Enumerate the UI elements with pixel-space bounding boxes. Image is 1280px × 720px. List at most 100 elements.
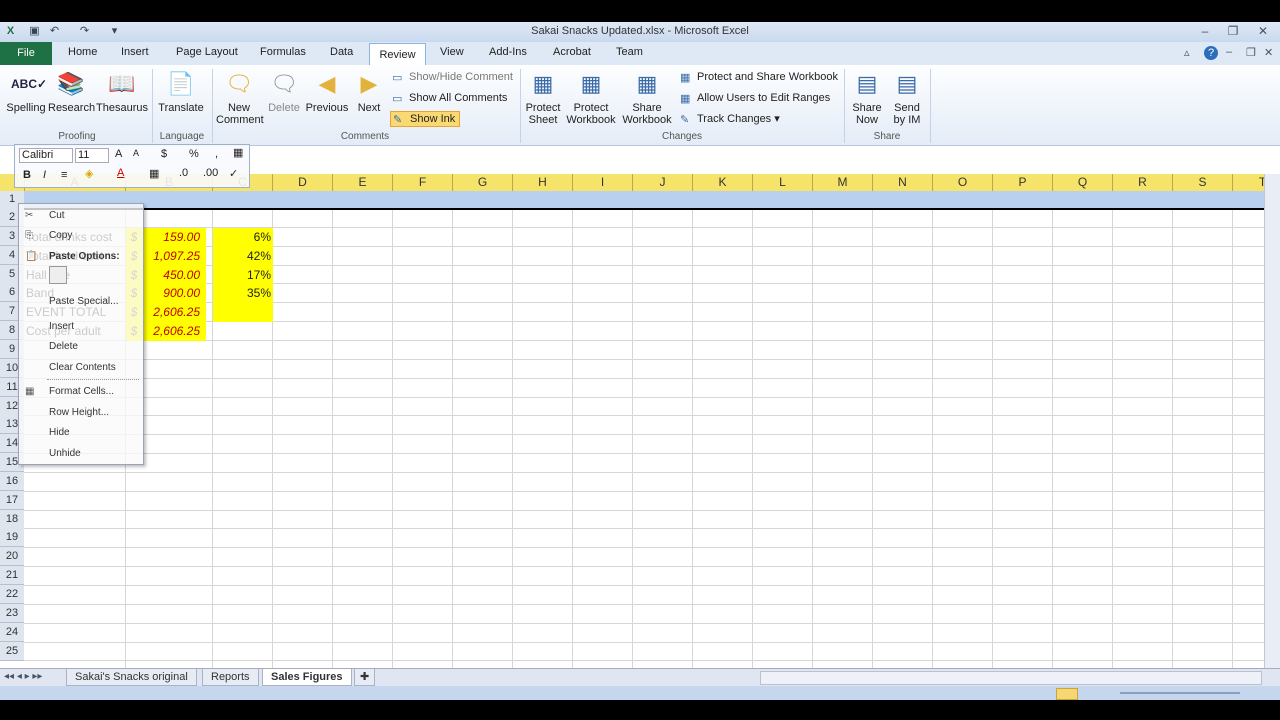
row-header-19[interactable]: 19 [0,528,24,548]
clear-icon[interactable]: ✓ [229,167,238,180]
column-header-r[interactable]: R [1113,174,1173,191]
tab-page-layout[interactable]: Page Layout [176,46,238,58]
new-comment-button[interactable]: 🗨 New Comment [216,69,264,126]
font-color-icon[interactable]: A [117,167,124,179]
horizontal-scrollbar[interactable] [760,671,1262,685]
protect-sheet-button[interactable]: ▦ Protect Sheet [522,69,564,126]
tab-review[interactable]: Review [369,43,426,66]
column-header-m[interactable]: M [813,174,873,191]
share-workbook-button[interactable]: ▦ Share Workbook [620,69,674,126]
window-restore-icon[interactable]: ❐ [1246,46,1256,59]
fill-color-icon[interactable]: ◈ [85,167,93,180]
window-minimize-icon[interactable]: – [1226,46,1232,58]
vertical-scrollbar[interactable] [1264,174,1280,668]
bold-icon[interactable]: B [23,169,31,181]
menu-item-insert[interactable]: Insert [49,321,74,332]
tab-team[interactable]: Team [616,46,643,58]
menu-item-row-height[interactable]: Row Height... [49,407,109,418]
previous-comment-button[interactable]: ◀ Previous [304,69,350,114]
font-name-box[interactable]: Calibri [19,148,73,163]
zoom-slider[interactable] [1120,692,1240,694]
italic-icon[interactable]: I [43,169,46,181]
row-header-18[interactable]: 18 [0,509,24,529]
row-header-21[interactable]: 21 [0,566,24,586]
font-size-box[interactable]: 11 [75,148,109,163]
row-header-25[interactable]: 25 [0,641,24,661]
close-icon[interactable]: ✕ [1254,24,1272,38]
tab-home[interactable]: Home [68,46,97,58]
sheet-tab-sakais-original[interactable]: Sakai's Snacks original [66,669,197,686]
column-header-t[interactable]: T [1233,174,1264,191]
sheet-tab-reports[interactable]: Reports [202,669,259,686]
cell-percent[interactable]: 42% [213,246,273,266]
column-header-d[interactable]: D [273,174,333,191]
next-comment-button[interactable]: ▶ Next [352,69,386,114]
show-all-comments-button[interactable]: ▭ Show All Comments [392,92,507,105]
tab-add-ins[interactable]: Add-Ins [489,46,527,58]
tab-insert[interactable]: Insert [121,46,149,58]
align-center-icon[interactable]: ≡ [61,169,67,181]
column-header-i[interactable]: I [573,174,633,191]
tab-formulas[interactable]: Formulas [260,46,306,58]
cell-empty-yellow[interactable] [213,303,273,323]
menu-item-copy[interactable]: Copy [49,230,72,241]
increase-decimal-icon[interactable]: .00 [203,167,218,179]
column-header-l[interactable]: L [753,174,813,191]
borders-icon[interactable]: ▦ [149,167,159,180]
cell-percent[interactable]: 6% [213,227,273,247]
show-ink-button[interactable]: ✎ Show Ink [390,111,461,127]
minimize-icon[interactable]: – [1196,24,1214,38]
menu-item-delete[interactable]: Delete [49,341,78,352]
row-header-23[interactable]: 23 [0,603,24,623]
delete-comment-button[interactable]: 🗨 Delete [264,69,304,114]
format-painter-icon[interactable]: ▦ [233,146,243,159]
cell-value[interactable]: 1,097.25 [142,246,206,266]
column-header-q[interactable]: Q [1053,174,1113,191]
row-header-22[interactable]: 22 [0,585,24,604]
cell-value[interactable]: 900.00 [142,284,206,304]
row-header-17[interactable]: 17 [0,490,24,510]
column-header-n[interactable]: N [873,174,933,191]
share-now-button[interactable]: ▤ Share Now [848,69,886,126]
minimize-ribbon-icon[interactable]: ▵ [1184,46,1190,59]
column-header-k[interactable]: K [693,174,753,191]
cell-value[interactable]: 159.00 [142,227,206,247]
spelling-button[interactable]: ABC✓ Spelling [4,69,48,114]
tab-acrobat[interactable]: Acrobat [553,46,591,58]
column-header-j[interactable]: J [633,174,693,191]
track-changes-button[interactable]: ✎ Track Changes ▾ [680,112,780,126]
cell-percent[interactable]: 35% [213,284,273,304]
worksheet-grid[interactable]: ABCDEFGHIJKLMNOPQRST 1234567891011121314… [0,174,1264,668]
menu-item-unhide[interactable]: Unhide [49,448,81,459]
cell-percent[interactable]: 17% [213,265,273,285]
tab-data[interactable]: Data [330,46,353,58]
column-header-p[interactable]: P [993,174,1053,191]
decrease-decimal-icon[interactable]: .0 [179,167,188,179]
grow-font-icon[interactable]: A [115,148,122,160]
menu-item-cut[interactable]: Cut [49,210,65,221]
row-header-16[interactable]: 16 [0,471,24,491]
cell-value[interactable]: 2,606.25 [142,322,206,342]
column-header-s[interactable]: S [1173,174,1233,191]
protect-workbook-button[interactable]: ▦ Protect Workbook [564,69,618,126]
menu-item-format-cells[interactable]: Format Cells... [49,386,114,397]
show-hide-comment-button[interactable]: ▭ Show/Hide Comment [392,71,513,84]
thesaurus-button[interactable]: 📖 Thesaurus [96,69,148,114]
maximize-icon[interactable]: ❐ [1224,24,1242,38]
cell-value[interactable]: 450.00 [142,265,206,285]
row-header-20[interactable]: 20 [0,547,24,567]
menu-item-hide[interactable]: Hide [49,427,70,438]
translate-button[interactable]: 📄 Translate [156,69,206,114]
insert-sheet-icon[interactable]: ✚ [354,669,376,686]
help-icon[interactable]: ? [1204,46,1218,60]
shrink-font-icon[interactable]: A [133,148,139,158]
menu-item-clear-contents[interactable]: Clear Contents [49,362,116,373]
send-by-im-button[interactable]: ▤ Send by IM [888,69,926,126]
row-header-24[interactable]: 24 [0,622,24,642]
sheet-nav-icon[interactable]: ◂◂ ◂ ▸ ▸▸ [4,671,42,682]
comma-icon[interactable]: , [215,148,218,160]
column-header-f[interactable]: F [393,174,453,191]
sheet-tab-sales-figures[interactable]: Sales Figures [262,669,352,686]
protect-share-workbook-button[interactable]: ▦ Protect and Share Workbook [680,71,838,84]
menu-item-paste-special[interactable]: Paste Special... [49,296,118,307]
